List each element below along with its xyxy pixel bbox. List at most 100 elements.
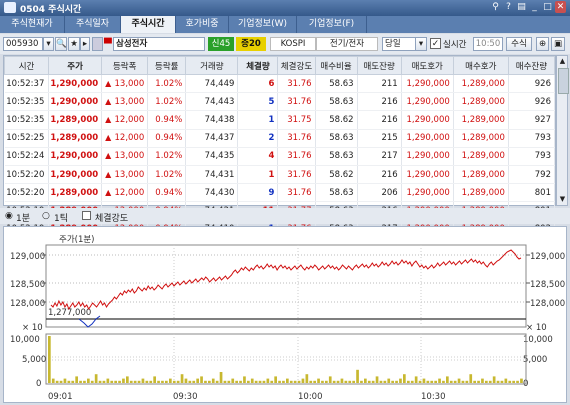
table-row[interactable]: 10:52:35 1,289,000 ▲ 12,000 0.94% 74,438 1 31.7… — [4, 110, 556, 130]
volume-bar — [371, 380, 375, 383]
table-cell: 31.76 — [277, 165, 316, 185]
tab-daily[interactable]: 주식일자 — [65, 16, 121, 33]
table-cell: 1 — [237, 165, 279, 185]
volume-bar — [200, 376, 203, 383]
zoom-icon[interactable]: ⊕ — [536, 37, 549, 51]
table-cell: 58.63 — [315, 183, 358, 203]
table-cell: 1,289,000 — [453, 165, 509, 185]
col-strength[interactable]: 체결강도 — [277, 56, 316, 75]
scroll-down-icon[interactable]: ▼ — [558, 195, 567, 204]
volume-bar — [340, 378, 344, 383]
help-icon[interactable]: ? — [503, 1, 514, 13]
up-arrow-icon: ▲ — [105, 78, 112, 88]
table-cell: 1.02% — [147, 74, 187, 94]
realtime-checkbox[interactable]: ✓ — [430, 38, 441, 49]
radio-1min-icon[interactable]: ◉ — [5, 211, 13, 221]
col-ask-remain[interactable]: 매도잔량 — [356, 56, 402, 75]
table-row[interactable]: 10:52:35 1,290,000 ▲ 13,000 1.02% 74,443 5 31.7… — [4, 92, 556, 112]
table-cell: 211 — [357, 74, 402, 94]
stock-list-icon[interactable] — [92, 37, 103, 51]
table-cell: 0.94% — [147, 110, 187, 130]
volume-bar — [126, 376, 129, 383]
y-tick-right-3: 128,000 — [530, 299, 565, 309]
tab-company-info-f[interactable]: 기업정보(F) — [297, 16, 367, 33]
table-row[interactable]: 10:52:37 1,290,000 ▲ 13,000 1.02% 74,449 6 31.7… — [4, 74, 556, 94]
col-volume[interactable]: 거래량 — [185, 56, 239, 75]
volume-bar — [262, 380, 266, 383]
time-field[interactable]: 10:50 — [473, 37, 503, 51]
col-change-rate[interactable]: 등락률 — [147, 56, 187, 75]
volume-bar — [106, 378, 110, 383]
volume-bar — [122, 378, 125, 383]
scroll-up-icon[interactable]: ▲ — [558, 57, 567, 66]
table-row[interactable]: 10:52:25 1,289,000 ▲ 12,000 0.94% 74,437 2 31.7… — [4, 129, 556, 148]
col-buy-ratio[interactable]: 매수비율 — [314, 56, 358, 75]
stock-code-input[interactable]: 005930 — [3, 37, 43, 51]
col-bid-remain[interactable]: 매수잔량 — [507, 56, 556, 75]
volume-bar — [145, 380, 149, 383]
col-change[interactable]: 등락폭 — [101, 56, 149, 75]
tab-quote-ratio[interactable]: 호가비중 — [176, 16, 229, 33]
volume-bar — [418, 380, 422, 383]
volume-bar — [254, 380, 258, 383]
volume-bar — [403, 374, 406, 383]
favorite-star-icon[interactable]: ★ — [68, 37, 80, 51]
volume-bar — [157, 380, 160, 383]
col-price[interactable]: 주가 — [48, 56, 103, 75]
lock-icon[interactable]: ▣ — [551, 37, 565, 51]
period-dropdown-icon[interactable]: ▾ — [415, 37, 427, 51]
volume-bar — [98, 380, 102, 383]
maximize-icon[interactable]: □ — [542, 1, 553, 13]
table-cell: 1.02% — [147, 92, 187, 112]
dropdown-arrow-icon[interactable]: ▾ — [43, 37, 54, 51]
volume-bar — [270, 380, 274, 383]
table-cell: 927 — [508, 110, 556, 130]
table-cell: 10:52:35 — [4, 110, 50, 130]
tab-company-info-w[interactable]: 기업정보(W) — [229, 16, 297, 33]
volume-bar — [344, 380, 348, 383]
volume-bar — [176, 380, 180, 383]
table-cell: 31.76 — [277, 129, 316, 148]
change-value: 13,000 — [114, 169, 145, 180]
table-scrollbar[interactable]: ▲ ▼ — [556, 55, 569, 206]
volume-bar — [321, 380, 324, 383]
table-cell: 74,437 — [185, 129, 239, 148]
window-title: 0504 주식시간 — [20, 5, 82, 15]
table-cell: 9 — [237, 183, 279, 203]
table-row[interactable]: 10:52:24 1,290,000 ▲ 13,000 1.02% 74,435 4 31.7… — [4, 147, 556, 166]
table-cell: 1 — [237, 110, 279, 130]
volume-bar — [87, 378, 90, 383]
strength-checkbox[interactable] — [82, 211, 91, 220]
col-ask-price[interactable]: 매도호가 — [400, 56, 454, 75]
pin-icon[interactable]: ⚲ — [490, 1, 501, 13]
volume-bar — [328, 376, 332, 383]
search-icon[interactable]: 🔍 — [55, 37, 67, 51]
volume-bar — [465, 380, 469, 383]
sector-label: 전기/전자 — [316, 37, 378, 51]
close-icon[interactable]: ✕ — [555, 1, 566, 13]
flag-icon: ▀ — [104, 39, 112, 50]
volume-bar — [496, 380, 500, 383]
table-row[interactable]: 10:52:20 1,290,000 ▲ 13,000 1.02% 74,431 1 31.7… — [4, 165, 556, 185]
volume-bar — [512, 380, 515, 383]
scroll-thumb[interactable] — [558, 68, 569, 94]
table-row[interactable]: 10:52:20 1,289,000 ▲ 12,000 0.94% 74,430 9 31.7… — [4, 183, 556, 203]
volume-bar — [352, 380, 355, 383]
formula-button[interactable]: 수식 — [506, 37, 532, 51]
app-logo-icon — [4, 2, 16, 13]
y-tick-1: 129,000 — [10, 252, 45, 262]
next-arrow-icon[interactable]: ▸ — [80, 37, 90, 51]
tab-current-price[interactable]: 주식현재가 — [0, 16, 65, 33]
table-cell: 74,443 — [185, 92, 239, 112]
col-bid-price[interactable]: 매수호가 — [452, 56, 509, 75]
table-cell: 58.62 — [315, 165, 358, 185]
vol-tick-right-2: 5,000 — [523, 355, 547, 365]
col-time[interactable]: 시간 — [3, 56, 50, 75]
tab-time[interactable]: 주식시간 — [121, 16, 176, 33]
volume-bar — [492, 376, 496, 383]
minimize-icon[interactable]: _ — [529, 1, 540, 13]
col-trade-qty[interactable]: 체결량 — [237, 56, 279, 75]
table-cell: 216 — [357, 165, 402, 185]
radio-1tick-icon[interactable]: ○ — [42, 211, 50, 221]
menu-icon[interactable]: ▤ — [516, 1, 527, 13]
